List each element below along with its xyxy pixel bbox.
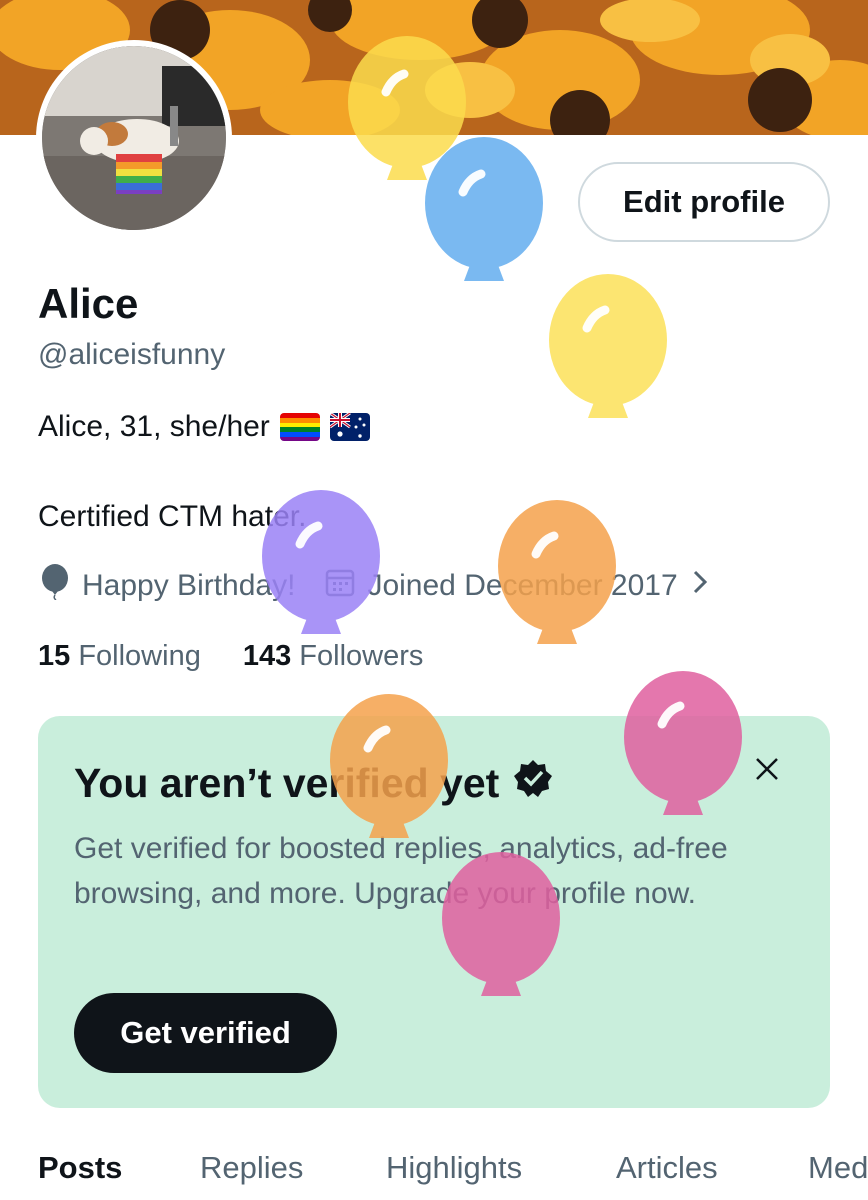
verification-description: Get verified for boosted replies, analyt…: [74, 832, 728, 910]
australia-flag-icon: [329, 413, 370, 441]
rainbow-flag-icon: [279, 413, 320, 441]
joined-text: Joined December 2017: [367, 569, 678, 602]
bio-text: Alice, 31, she/her: [38, 410, 270, 443]
birthday-text: Happy Birthday!: [82, 569, 296, 602]
verified-badge-icon: [513, 758, 553, 808]
avatar[interactable]: [36, 40, 232, 236]
tab-posts[interactable]: Posts: [38, 1150, 122, 1186]
profile-name: Alice: [38, 280, 139, 327]
tab-highlights[interactable]: Highlights: [386, 1150, 522, 1186]
verification-title: You aren’t verified yet: [74, 758, 553, 808]
profile-meta: Happy Birthday! Joined December 2017: [40, 564, 710, 608]
tab-media[interactable]: Media: [808, 1150, 868, 1186]
followers-link[interactable]: 143 Followers: [243, 640, 424, 673]
tab-articles[interactable]: Articles: [616, 1150, 718, 1186]
verification-prompt-card: You aren’t verified yet Get verified for…: [38, 716, 830, 1108]
birthday-item: Happy Birthday!: [40, 564, 295, 608]
profile-handle: @aliceisfunny: [38, 338, 226, 371]
get-verified-button[interactable]: Get verified: [74, 993, 337, 1073]
tab-replies[interactable]: Replies: [200, 1150, 303, 1186]
following-link[interactable]: 15 Following: [38, 640, 201, 673]
chevron-right-icon: [690, 567, 710, 605]
follow-stats: 15 Following 143 Followers: [38, 640, 423, 673]
bio-line-1: Alice, 31, she/her: [38, 410, 370, 444]
calendar-icon: [325, 567, 355, 605]
balloon-icon: [549, 274, 667, 418]
edit-profile-button[interactable]: Edit profile: [578, 162, 830, 242]
avatar-photo: [42, 46, 226, 230]
profile-tabs: Posts Replies Highlights Articles Media: [38, 1144, 868, 1200]
joined-item[interactable]: Joined December 2017: [325, 567, 709, 605]
balloon-icon: [40, 564, 70, 608]
bio-line-2: Certified CTM hater.: [38, 500, 307, 533]
close-icon[interactable]: [752, 754, 782, 784]
balloon-icon: [425, 137, 543, 281]
